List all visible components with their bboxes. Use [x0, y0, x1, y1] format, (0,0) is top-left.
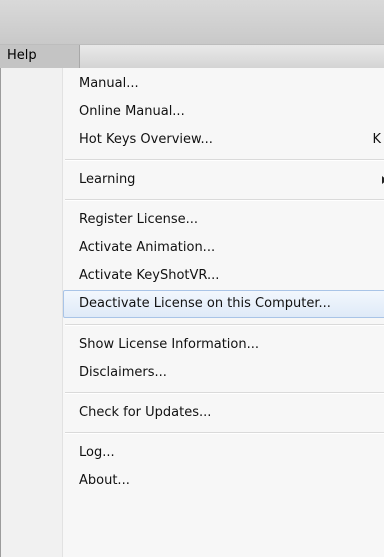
menu-item-deactivate-license[interactable]: Deactivate License on this Computer... — [63, 290, 384, 318]
menu-separator — [65, 432, 384, 434]
menu-item-disclaimers[interactable]: Disclaimers... — [65, 359, 384, 387]
menu-help[interactable]: Help — [0, 45, 80, 68]
menu-item-check-for-updates[interactable]: Check for Updates... — [65, 399, 384, 427]
menu-item-online-manual[interactable]: Online Manual... — [65, 98, 384, 126]
menu-item-label: Learning — [79, 172, 136, 187]
menu-item-manual[interactable]: Manual... — [65, 70, 384, 98]
menu-item-show-license-information[interactable]: Show License Information... — [65, 331, 384, 359]
menu-item-log[interactable]: Log... — [65, 439, 384, 467]
menu-separator — [65, 324, 384, 326]
menu-bar: Help — [0, 44, 384, 68]
menu-item-about[interactable]: About... — [65, 467, 384, 495]
app-window: Help Manual... Online Manual... Hot Keys… — [0, 0, 384, 557]
menu-item-learning[interactable]: Learning — [65, 166, 384, 194]
menu-separator — [65, 392, 384, 394]
menu-item-activate-animation[interactable]: Activate Animation... — [65, 234, 384, 262]
menu-separator — [65, 199, 384, 201]
menu-item-label: Hot Keys Overview... — [79, 132, 213, 147]
menu-separator — [65, 159, 384, 161]
menu-item-hot-keys-overview[interactable]: Hot Keys Overview... K — [65, 126, 384, 154]
window-titlebar — [0, 0, 384, 44]
menu-item-activate-keyshotvr[interactable]: Activate KeyShotVR... — [65, 262, 384, 290]
help-menu-dropdown: Manual... Online Manual... Hot Keys Over… — [0, 68, 384, 557]
shortcut-label: K — [372, 132, 381, 147]
menu-item-register-license[interactable]: Register License... — [65, 206, 384, 234]
menu-icon-gutter — [1, 68, 63, 557]
